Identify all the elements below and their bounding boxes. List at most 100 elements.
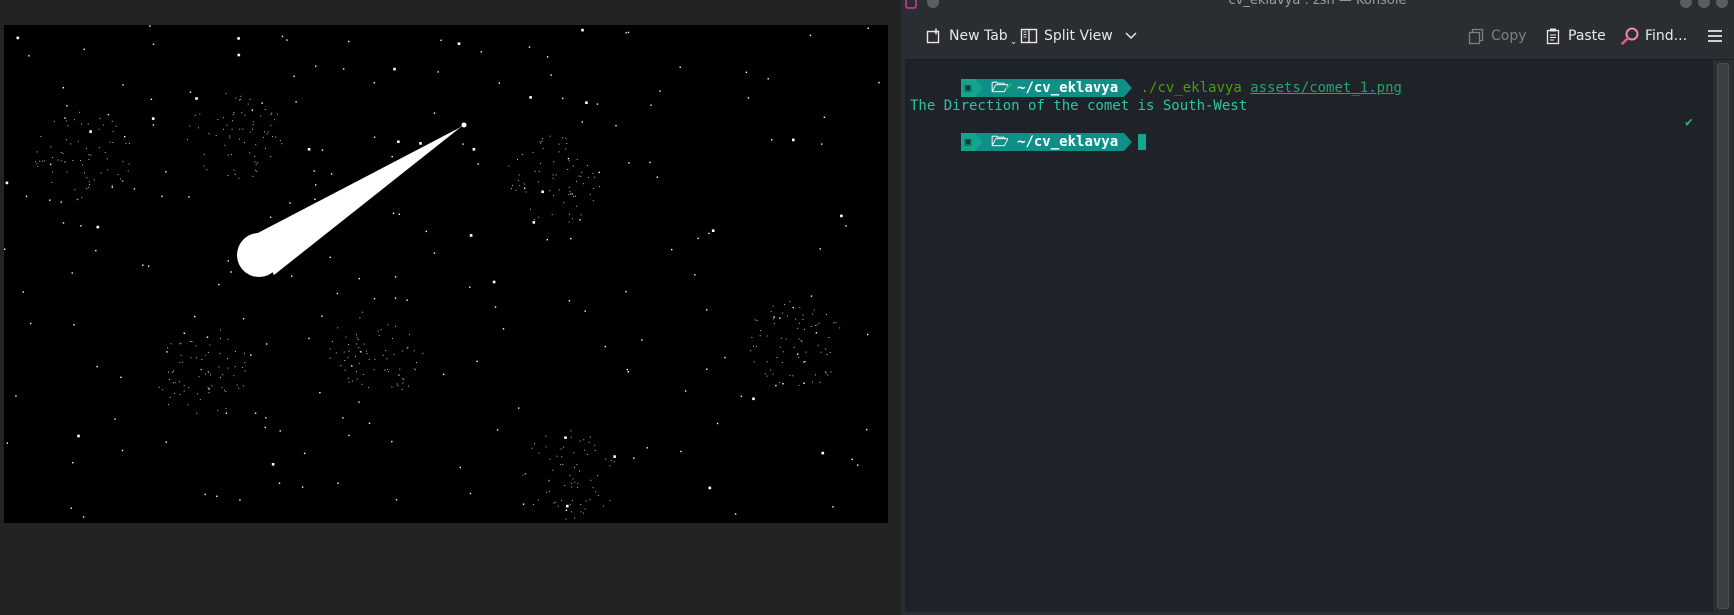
star-dust bbox=[810, 326, 812, 328]
paste-button[interactable]: Paste bbox=[1543, 22, 1606, 50]
star bbox=[625, 290, 627, 293]
scrollbar[interactable] bbox=[1713, 60, 1734, 612]
new-tab-button[interactable]: New Tab ⌄ bbox=[924, 22, 1017, 50]
star-dust bbox=[579, 470, 580, 472]
star-dust bbox=[556, 455, 558, 457]
find-button[interactable]: Find... bbox=[1620, 22, 1687, 50]
star-dust bbox=[818, 322, 820, 324]
star-dust bbox=[40, 136, 42, 137]
toolbar: New Tab ⌄ Split View Copy Paste Find... bbox=[905, 13, 1734, 60]
star-dust bbox=[252, 175, 254, 177]
star-dust bbox=[589, 194, 591, 196]
star bbox=[615, 124, 617, 127]
star-dust bbox=[86, 177, 88, 179]
star-dust bbox=[422, 352, 424, 354]
star bbox=[462, 143, 464, 145]
star-dust bbox=[585, 500, 587, 502]
star-dust bbox=[523, 183, 525, 185]
star-dust bbox=[413, 350, 415, 352]
star-dust bbox=[541, 140, 543, 142]
command-argument[interactable]: assets/comet_1.png bbox=[1250, 80, 1402, 96]
star bbox=[337, 482, 339, 484]
star-dust bbox=[814, 325, 816, 326]
star-dust bbox=[602, 505, 604, 507]
star-dust bbox=[827, 374, 829, 376]
star bbox=[570, 238, 572, 240]
star-dust bbox=[86, 188, 88, 190]
star bbox=[625, 32, 627, 34]
star-dust bbox=[169, 378, 170, 380]
star-dust bbox=[221, 387, 223, 389]
star-dust bbox=[610, 459, 612, 461]
star bbox=[459, 466, 461, 469]
star-dust bbox=[597, 495, 599, 496]
terminal-view[interactable]: ▣ 🗁 ~/cv_eklavya ./cv_eklavya assets/come… bbox=[905, 60, 1713, 612]
star bbox=[433, 252, 436, 254]
copy-button[interactable]: Copy bbox=[1466, 22, 1527, 50]
star-dust bbox=[189, 341, 191, 342]
star-dust bbox=[179, 361, 181, 363]
star-dust bbox=[396, 383, 398, 385]
star-dust bbox=[356, 378, 358, 380]
star-dust bbox=[569, 504, 571, 506]
star-dust bbox=[227, 154, 229, 156]
star bbox=[242, 318, 245, 320]
new-tab-dropdown-icon[interactable]: ⌄ bbox=[1010, 37, 1018, 47]
star-dust bbox=[179, 343, 181, 345]
star-dust bbox=[580, 504, 582, 505]
star-dust bbox=[232, 114, 234, 115]
prompt-line: ▣ 🗁 ~/cv_eklavya ./cv_eklavya assets/come… bbox=[910, 61, 1402, 97]
star bbox=[752, 397, 755, 401]
star bbox=[680, 450, 682, 453]
star-dust bbox=[764, 373, 766, 375]
star-dust bbox=[815, 374, 816, 376]
star bbox=[329, 256, 331, 258]
star-dust bbox=[568, 160, 570, 162]
star-dust bbox=[205, 373, 207, 375]
star bbox=[734, 513, 737, 515]
star-dust bbox=[225, 390, 227, 392]
star-dust bbox=[802, 314, 804, 316]
star bbox=[585, 101, 588, 104]
star bbox=[391, 156, 393, 158]
star-dust bbox=[197, 393, 199, 395]
star-dust bbox=[363, 343, 365, 345]
star-dust bbox=[579, 440, 581, 442]
star-dust bbox=[576, 464, 578, 466]
star-dust bbox=[344, 369, 346, 371]
star-dust bbox=[361, 311, 363, 313]
star bbox=[867, 27, 869, 29]
star-dust bbox=[415, 369, 417, 371]
copy-label: Copy bbox=[1491, 28, 1527, 44]
star-dust bbox=[576, 205, 578, 207]
star-dust bbox=[576, 158, 578, 160]
star-dust bbox=[525, 191, 527, 193]
star-dust bbox=[88, 184, 90, 185]
star-dust bbox=[398, 374, 400, 376]
star-dust bbox=[35, 161, 36, 163]
star bbox=[30, 322, 32, 325]
star-dust bbox=[227, 367, 229, 369]
split-view-button[interactable]: Split View bbox=[1019, 22, 1137, 50]
star-dust bbox=[562, 137, 563, 139]
star-dust bbox=[835, 322, 837, 324]
star-dust bbox=[406, 347, 408, 349]
star bbox=[303, 452, 306, 455]
star-dust bbox=[569, 191, 571, 193]
hamburger-menu-button[interactable] bbox=[1705, 22, 1730, 50]
scrollbar-thumb[interactable] bbox=[1717, 63, 1729, 609]
star-dust bbox=[351, 380, 353, 382]
star-dust bbox=[239, 99, 240, 101]
star-dust bbox=[233, 112, 235, 113]
star-dust bbox=[391, 386, 393, 388]
star-dust bbox=[588, 441, 590, 443]
star-dust bbox=[183, 385, 185, 387]
chevron-down-icon[interactable] bbox=[1125, 28, 1137, 44]
star-dust bbox=[51, 181, 53, 183]
star-dust bbox=[751, 337, 753, 338]
star bbox=[496, 429, 499, 431]
star-dust bbox=[594, 176, 596, 178]
star-dust bbox=[802, 319, 804, 320]
star-dust bbox=[552, 469, 554, 471]
star-dust bbox=[789, 374, 791, 376]
